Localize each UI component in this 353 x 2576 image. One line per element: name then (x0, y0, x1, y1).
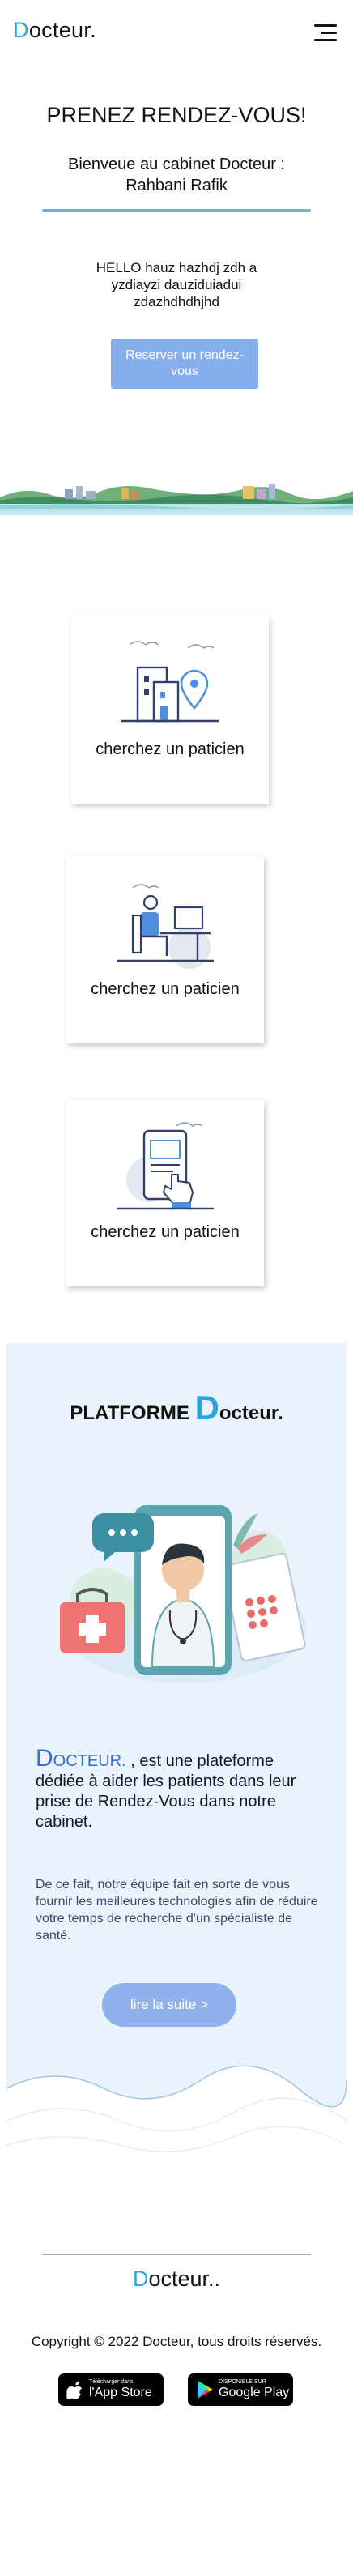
search-practitioner-card-2[interactable]: cherchez un paticien (66, 857, 264, 1043)
hero-divider (42, 209, 311, 212)
app-store-badge[interactable]: Télécharger dans l'App Store (58, 2373, 164, 2406)
page: Docteur. PRENEZ RENDEZ-VOUS! Bienveue au… (0, 0, 353, 2576)
platform-secondary-text: De ce fait, notre équipe fait en sorte d… (36, 1878, 318, 1943)
platform-title: PLATFORME Docteur. (6, 1388, 347, 1427)
app-store-small-text: Télécharger dans (89, 2379, 134, 2385)
logo-text: octeur. (28, 18, 96, 42)
google-play-icon (198, 2381, 213, 2399)
platform-title-initial: D (194, 1388, 219, 1427)
search-practitioner-card-1[interactable]: cherchez un paticien (71, 617, 269, 804)
footer-logo-text: octeur.. (148, 2267, 221, 2291)
tablet-touch-icon (117, 1122, 214, 1210)
google-play-small-text: DISPONIBLE SUR (219, 2379, 266, 2385)
google-play-badge[interactable]: DISPONIBLE SUR Google Play (188, 2373, 293, 2406)
card-label: cherchez un paticien (91, 980, 240, 998)
building-location-icon (121, 641, 219, 723)
person-desk-icon (117, 884, 214, 969)
platform-title-rest: octeur. (219, 1402, 283, 1424)
platform-title-prefix: PLATFORME (70, 1402, 195, 1424)
footer-divider (42, 2254, 311, 2255)
wave-decoration (6, 2065, 347, 2186)
google-play-text: Google Play (219, 2386, 290, 2399)
landscape-illustration (0, 484, 353, 515)
search-practitioner-card-3[interactable]: cherchez un paticien (66, 1100, 264, 1286)
platform-description: DOCTEUR. , est une plateforme dédiée à a… (36, 1745, 319, 1832)
logo[interactable]: Docteur. (13, 18, 96, 43)
header: Docteur. (0, 0, 353, 65)
platform-desc-initial: D (36, 1745, 53, 1772)
logo-initial: D (13, 18, 29, 42)
menu-icon[interactable] (314, 24, 337, 42)
read-more-button[interactable]: lire la suite > (102, 1983, 236, 2027)
doctor-phone-illustration (60, 1505, 306, 1683)
hero-text: HELLO hauz hazhdj zdh a yzdiayzi dauzidu… (96, 260, 257, 309)
page-title: PRENEZ RENDEZ-VOUS! (46, 103, 307, 127)
apple-icon (66, 2381, 83, 2399)
footer-logo-initial: D (132, 2267, 149, 2291)
app-store-text: l'App Store (89, 2386, 152, 2399)
book-appointment-button[interactable]: Reserver un rendez-vous (111, 339, 258, 389)
copyright: Copyright © 2022 Docteur, tous droits ré… (31, 2334, 322, 2349)
hero-subtitle: Bienveue au cabinet Docteur : Rahbani Ra… (68, 156, 285, 194)
platform-section: PLATFORME Docteur. DOCTEUR. , est une pl… (6, 1343, 347, 2186)
platform-desc-smallcaps: OCTEUR. (53, 1752, 126, 1770)
card-label: cherchez un paticien (96, 740, 245, 758)
card-label: cherchez un paticien (91, 1223, 240, 1241)
footer-logo[interactable]: Docteur.. (0, 2267, 353, 2292)
